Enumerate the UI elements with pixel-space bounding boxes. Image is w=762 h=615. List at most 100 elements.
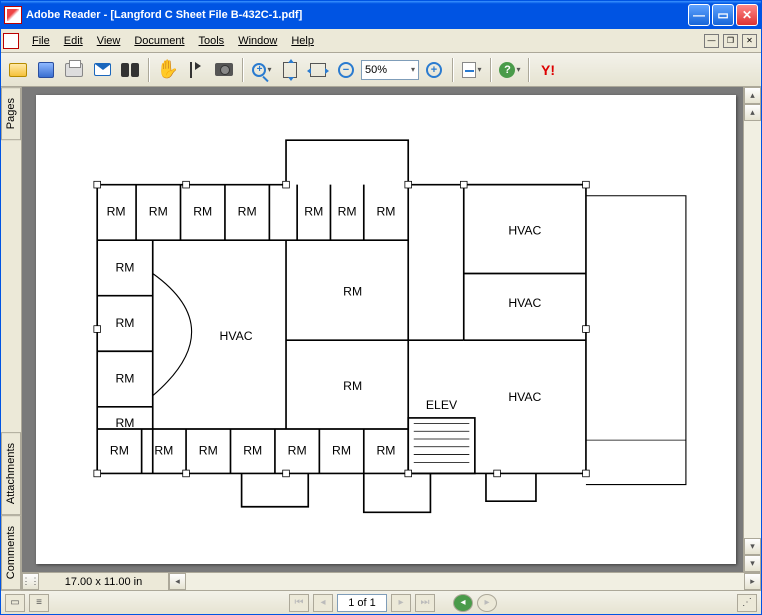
svg-text:RM: RM: [193, 205, 212, 219]
svg-text:RM: RM: [199, 444, 218, 458]
svg-text:RM: RM: [338, 205, 357, 219]
search-button[interactable]: [117, 57, 143, 83]
fit-vertical-icon: [283, 62, 297, 78]
title-text: Adobe Reader - [Langford C Sheet File B-…: [26, 9, 302, 21]
hand-tool-button[interactable]: ✋: [155, 57, 181, 83]
mail-icon: [94, 63, 111, 76]
open-button[interactable]: [5, 57, 31, 83]
page-size-label: 17.00 x 11.00 in: [39, 573, 169, 590]
menu-window[interactable]: Window: [231, 32, 284, 50]
svg-text:RM: RM: [149, 205, 168, 219]
zoom-in-circle-button[interactable]: +: [421, 57, 447, 83]
svg-text:RM: RM: [110, 444, 129, 458]
prev-page-button[interactable]: ◂: [313, 594, 333, 612]
page-number-input[interactable]: [337, 594, 387, 612]
corner-grip[interactable]: ⋰: [737, 594, 757, 612]
menu-edit[interactable]: Edit: [57, 32, 90, 50]
menu-document[interactable]: Document: [127, 32, 191, 50]
tab-comments[interactable]: Comments: [1, 515, 21, 590]
mdi-minimize-button[interactable]: —: [704, 34, 719, 48]
svg-text:HVAC: HVAC: [508, 296, 541, 310]
doc-icon: [3, 33, 19, 49]
zoom-out-circle-button[interactable]: −: [333, 57, 359, 83]
zoom-input[interactable]: [365, 64, 403, 76]
cursor-icon: [190, 62, 202, 78]
vertical-scrollbar[interactable]: ▴ ▴ ▾ ▾: [743, 87, 761, 572]
hand-icon: ✋: [157, 59, 179, 80]
navigation-sidebar: Pages Attachments Comments: [1, 87, 22, 590]
svg-text:RM: RM: [115, 316, 134, 330]
status-scroll-row: ⋮⋮ 17.00 x 11.00 in ◂ ▸: [22, 572, 761, 590]
menu-file[interactable]: File: [25, 32, 57, 50]
mdi-close-button[interactable]: ✕: [742, 34, 757, 48]
reading-mode-button[interactable]: [459, 57, 485, 83]
scroll-up-button[interactable]: ▴: [744, 87, 761, 104]
plus-circle-icon: +: [426, 62, 442, 78]
maximize-button[interactable]: ▭: [712, 4, 734, 26]
tab-attachments[interactable]: Attachments: [1, 432, 21, 515]
title-bar[interactable]: Adobe Reader - [Langford C Sheet File B-…: [1, 1, 761, 29]
close-button[interactable]: ✕: [736, 4, 758, 26]
zoom-in-button[interactable]: [249, 57, 275, 83]
svg-text:RM: RM: [154, 444, 173, 458]
single-page-view-button[interactable]: ▭: [5, 594, 25, 612]
camera-icon: [215, 63, 233, 76]
document-area: RM RM RM RM RM RM RM RM RM RM RM HVAC RM RM HVAC H…: [22, 87, 761, 590]
save-button[interactable]: [33, 57, 59, 83]
svg-text:RM: RM: [377, 205, 396, 219]
svg-text:RM: RM: [115, 372, 134, 386]
print-icon: [65, 63, 83, 77]
fit-vertical-button[interactable]: [277, 57, 303, 83]
menu-view[interactable]: View: [90, 32, 128, 50]
email-button[interactable]: [89, 57, 115, 83]
scroll-down-button[interactable]: ▾: [744, 538, 761, 555]
svg-text:RM: RM: [243, 444, 262, 458]
minimize-button[interactable]: —: [688, 4, 710, 26]
scroll-down-button-2[interactable]: ▾: [744, 555, 761, 572]
snapshot-tool-button[interactable]: [211, 57, 237, 83]
svg-text:ELEV: ELEV: [426, 398, 458, 412]
next-page-button[interactable]: ▸: [391, 594, 411, 612]
hscroll-right-button[interactable]: ▸: [744, 573, 761, 590]
mdi-restore-button[interactable]: ❐: [723, 34, 738, 48]
workspace: Pages Attachments Comments: [1, 87, 761, 590]
binoculars-icon: [121, 63, 139, 77]
scroll-up-button-2[interactable]: ▴: [744, 104, 761, 121]
fit-horizontal-button[interactable]: [305, 57, 331, 83]
help-button[interactable]: ?: [497, 57, 523, 83]
select-tool-button[interactable]: [183, 57, 209, 83]
main-toolbar: ✋ − + ? Y!: [1, 53, 761, 87]
zoom-combo[interactable]: [361, 60, 419, 80]
vscroll-track[interactable]: [744, 121, 761, 538]
back-button[interactable]: ◂: [453, 594, 473, 612]
disk-icon: [38, 62, 54, 78]
help-icon: ?: [499, 62, 515, 78]
svg-text:RM: RM: [377, 444, 396, 458]
print-button[interactable]: [61, 57, 87, 83]
svg-text:HVAC: HVAC: [508, 391, 541, 405]
menu-help[interactable]: Help: [284, 32, 321, 50]
menu-tools[interactable]: Tools: [192, 32, 232, 50]
grabber-icon[interactable]: ⋮⋮: [22, 573, 39, 590]
document-icon: [462, 62, 476, 78]
svg-text:RM: RM: [304, 205, 323, 219]
bottom-toolbar: ▭ ≡ ⏮ ◂ ▸ ⏭ ◂ ▸ ⋰: [1, 590, 761, 614]
fit-horizontal-icon: [310, 63, 326, 77]
canvas[interactable]: RM RM RM RM RM RM RM RM RM RM RM HVAC RM RM HVAC H…: [22, 87, 761, 572]
last-page-button[interactable]: ⏭: [415, 594, 435, 612]
yahoo-button[interactable]: Y!: [535, 57, 561, 83]
svg-text:HVAC: HVAC: [508, 224, 541, 238]
app-window: Adobe Reader - [Langford C Sheet File B-…: [0, 0, 762, 615]
floor-plan-drawing: RM RM RM RM RM RM RM RM RM RM RM HVAC RM RM HVAC H…: [64, 118, 708, 540]
yahoo-icon: Y!: [541, 62, 555, 78]
forward-button[interactable]: ▸: [477, 594, 497, 612]
first-page-button[interactable]: ⏮: [289, 594, 309, 612]
svg-text:RM: RM: [343, 285, 362, 299]
svg-text:RM: RM: [332, 444, 351, 458]
tab-pages[interactable]: Pages: [1, 87, 21, 140]
page: RM RM RM RM RM RM RM RM RM RM RM HVAC RM RM HVAC H…: [36, 95, 736, 564]
svg-text:RM: RM: [115, 261, 134, 275]
continuous-view-button[interactable]: ≡: [29, 594, 49, 612]
horizontal-scrollbar[interactable]: [186, 573, 744, 590]
hscroll-left-button[interactable]: ◂: [169, 573, 186, 590]
